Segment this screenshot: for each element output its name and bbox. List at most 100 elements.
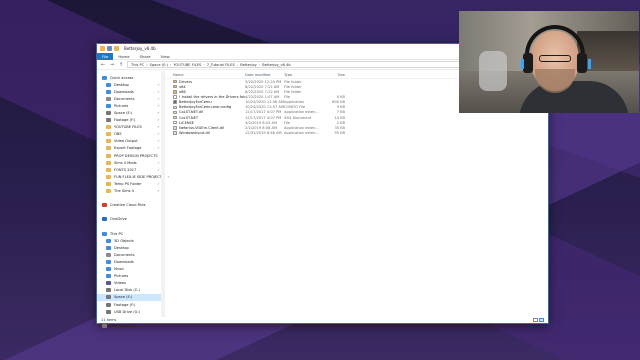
nav-item[interactable]: FUN FLEX-IE SIDE PROJECTS ✓ — [97, 173, 170, 180]
nav-item[interactable]: Local Disk (C:) — [97, 287, 164, 294]
file-date: 8/22/2020 7:22 AM — [245, 84, 280, 89]
drive-icon — [106, 288, 111, 293]
nav-item[interactable]: Desktop — [97, 244, 164, 251]
pin-icon: ✓ — [157, 96, 160, 101]
nav-item[interactable]: Music — [97, 266, 164, 273]
file-name-cell: LICENSE — [165, 121, 245, 125]
new-folder-icon[interactable] — [114, 46, 119, 51]
folder-icon — [106, 160, 111, 165]
file-size: 2 KB — [336, 120, 345, 125]
file-date: 4/22/2020 1:07 AM — [245, 94, 280, 99]
nav-item[interactable]: FONTS 2017 ✓ — [97, 166, 164, 173]
file-name-cell: x86 — [165, 90, 245, 94]
nav-scrollbar[interactable] — [161, 71, 164, 317]
breadcrumb-item[interactable]: Space (E:) — [150, 63, 168, 67]
breadcrumb-item[interactable]: Betterjoy — [240, 63, 257, 67]
nav-item[interactable]: Temp PS Folder ✓ — [97, 180, 164, 187]
nav-item[interactable]: Video Output ✓ — [97, 138, 164, 145]
file-name-cell: CoLST.NET — [165, 116, 245, 120]
nav-item[interactable]: Documents — [97, 251, 164, 258]
file-name: x86 — [179, 89, 186, 94]
pin-icon: ✓ — [157, 181, 160, 186]
column-header-name[interactable]: Name — [165, 73, 245, 77]
nav-item[interactable]: Footage (F:) ✓ — [97, 117, 164, 124]
breadcrumb-item[interactable]: This PC — [131, 63, 144, 67]
nav-item[interactable]: USB Drive (G:) — [97, 308, 164, 315]
folder-icon — [106, 189, 111, 194]
column-header-size[interactable]: Size — [321, 73, 349, 77]
column-header-date[interactable]: Date modified — [245, 73, 284, 77]
properties-icon[interactable] — [107, 46, 112, 51]
nav-item[interactable]: YOUTUBE FILES ✓ — [97, 124, 164, 131]
file-name: x64 — [179, 84, 186, 89]
document-icon — [106, 96, 111, 101]
tab-view[interactable]: View — [156, 54, 175, 59]
nav-item[interactable]: Creative Cloud Files — [97, 202, 164, 209]
file-name: Drivers — [179, 79, 192, 84]
nav-item[interactable]: Space (E:) — [97, 293, 164, 301]
file-size: 14 KB — [334, 115, 345, 120]
nav-item[interactable]: 3D Objects — [97, 237, 164, 244]
tab-home[interactable]: Home — [113, 54, 134, 59]
nav-item[interactable]: Downloads ✓ — [97, 88, 164, 95]
nav-item-label: YOUTUBE FILES — [114, 125, 142, 130]
file-row[interactable]: WindowsInput.dll 12/31/2019 6:46 AM Applic… — [165, 130, 548, 135]
quick-access-folder-icon[interactable] — [100, 46, 105, 51]
file-date: 2/2/2019 8:08 AM — [245, 125, 278, 130]
nav-item[interactable]: This PC — [97, 230, 164, 237]
pin-icon: ✓ — [157, 103, 160, 108]
nav-item-label: Documents — [114, 252, 135, 257]
document-icon — [106, 252, 111, 257]
nav-item[interactable]: Videos — [97, 280, 164, 287]
nav-item[interactable]: Downloads — [97, 258, 164, 265]
file-size: 7 KB — [336, 110, 345, 115]
breadcrumb-item[interactable]: 7_Tutorial FILES — [207, 63, 235, 67]
nav-item[interactable]: Space (E:) ✓ — [97, 109, 164, 116]
nav-item[interactable]: Footage (F:) — [97, 301, 164, 308]
file-date: 10/24/2020 11:56 AM — [245, 100, 284, 105]
pin-icon: ✓ — [157, 167, 160, 172]
nav-item-label: Space (E:) — [114, 111, 133, 116]
nav-item[interactable]: Sims 4 Mods ✓ — [97, 159, 164, 166]
breadcrumb-item[interactable]: YOUTUBE FILES — [173, 63, 201, 67]
nav-item[interactable]: PROP DESIGN PROJECTS✓ — [97, 152, 164, 159]
nav-item[interactable]: The Sims 4 ✓ — [97, 188, 164, 195]
up-arrow-icon[interactable]: ↑ — [118, 62, 124, 68]
forward-arrow-icon[interactable]: → — [109, 62, 115, 68]
file-type: XML Document — [284, 115, 312, 120]
microphone — [479, 51, 507, 91]
nav-item[interactable]: Pictures — [97, 273, 164, 280]
breadcrumb[interactable]: This PC › Space (E:) › YOUTUBE FILES › 7_Tu… — [127, 61, 472, 68]
folder-icon — [173, 90, 177, 94]
back-arrow-icon[interactable]: ← — [100, 62, 106, 68]
large-icons-view-icon[interactable] — [539, 318, 544, 322]
breadcrumb-item[interactable]: Betterjoy_v6.4b — [262, 63, 290, 67]
file-type: Application exten... — [284, 130, 319, 135]
file-name: CoLST.NET — [179, 115, 199, 120]
nav-item[interactable]: Desktop ✓ — [97, 81, 164, 88]
nav-item[interactable]: OneDrive — [97, 216, 164, 223]
tab-file[interactable]: File — [97, 52, 114, 60]
details-view-icon[interactable] — [533, 318, 538, 322]
file-date: 3/20/2020 12:24 PM — [245, 79, 282, 84]
file-date: 12/17/2017 4:07 PM — [245, 110, 282, 115]
nav-item[interactable]: Pictures ✓ — [97, 102, 164, 109]
column-header-type[interactable]: Type — [284, 73, 321, 77]
nav-item[interactable]: Quick access — [97, 74, 164, 81]
star-icon — [102, 75, 107, 80]
file-name-cell: BetterJoyForCemu.exe.config — [165, 105, 245, 109]
nav-item[interactable]: Documents ✓ — [97, 95, 164, 102]
tab-share[interactable]: Share — [135, 54, 156, 59]
nav-item-label: Creative Cloud Files — [110, 203, 146, 208]
nav-item-label: Space (E:) — [114, 295, 133, 300]
video-icon — [106, 281, 111, 286]
nav-item-label: Export Footage — [114, 146, 142, 151]
nav-item[interactable]: Export Footage ✓ — [97, 145, 164, 152]
nav-item[interactable]: USB Drive (G:) — [97, 322, 164, 329]
headset-earcup — [577, 53, 587, 73]
pin-icon: ✓ — [157, 189, 160, 194]
nav-item[interactable]: OBS ✓ — [97, 131, 164, 138]
